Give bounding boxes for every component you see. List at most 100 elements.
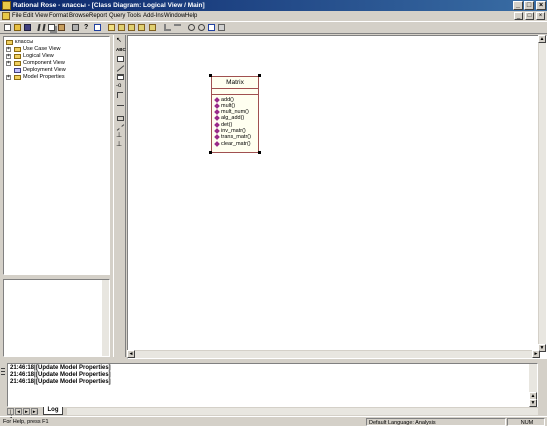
anchor-note-icon[interactable] xyxy=(116,64,125,72)
save-icon[interactable] xyxy=(23,23,32,32)
scroll-up-button[interactable]: ▲ xyxy=(538,35,546,43)
public-operation-icon xyxy=(214,140,220,147)
paste-icon[interactable] xyxy=(57,23,66,32)
expand-toggle[interactable]: + xyxy=(6,61,11,66)
scroll-down-button[interactable]: ▼ xyxy=(529,399,537,407)
zoom-out-icon[interactable] xyxy=(197,23,206,32)
folder-icon xyxy=(14,54,21,59)
minimize-button[interactable]: _ xyxy=(513,1,523,10)
selection-handle[interactable] xyxy=(258,74,261,77)
package-icon[interactable] xyxy=(116,114,125,122)
diagram-toolbox: ↖ ABC -o ⊥ ⊥ xyxy=(113,35,126,357)
log-message: [Update Model Properties] xyxy=(36,379,111,385)
expand-toggle[interactable]: + xyxy=(6,54,11,59)
tab-log[interactable]: Log xyxy=(43,407,63,415)
menu-format[interactable]: Format xyxy=(49,12,68,20)
log-tab-bar: |◄ ◄ ► ►| Log xyxy=(7,407,538,419)
browse-interaction-diagram-icon[interactable] xyxy=(117,23,126,32)
menu-query[interactable]: Query xyxy=(109,12,125,20)
browse-parent-icon[interactable] xyxy=(148,23,157,32)
operation[interactable]: alg_add() xyxy=(214,114,244,121)
cut-icon[interactable] xyxy=(37,23,46,32)
fit-in-window-icon[interactable] xyxy=(207,23,216,32)
expand-toggle[interactable]: + xyxy=(6,75,11,80)
canvas-horizontal-scrollbar[interactable]: ◄ ► xyxy=(127,350,540,358)
maximize-button[interactable]: □ xyxy=(524,1,534,10)
public-operation-icon xyxy=(214,133,220,140)
rational-rose-app-icon[interactable] xyxy=(2,1,11,10)
deployment-icon xyxy=(14,68,21,73)
menu-bar: File Edit View Format Browse Report Quer… xyxy=(0,11,547,21)
log-text-area[interactable]: 21:46:18| [Update Model Properties] 21:4… xyxy=(7,363,538,407)
selection-handle[interactable] xyxy=(209,74,212,77)
canvas-vertical-scrollbar[interactable]: ▲ ▼ xyxy=(538,35,546,352)
folder-icon xyxy=(14,47,21,52)
selection-handle[interactable] xyxy=(209,151,212,154)
zoom-in-icon[interactable] xyxy=(187,23,196,32)
undo-fit-icon[interactable] xyxy=(173,23,182,32)
print-icon[interactable] xyxy=(71,23,80,32)
operation-separator xyxy=(212,94,258,95)
menu-report[interactable]: Report xyxy=(89,12,107,20)
documentation-panel[interactable] xyxy=(3,279,110,357)
public-operation-icon xyxy=(214,108,220,115)
browse-component-diagram-icon[interactable] xyxy=(127,23,136,32)
class-icon[interactable] xyxy=(116,73,125,81)
public-operation-icon xyxy=(214,96,220,103)
log-message: [Update Model Properties] xyxy=(36,365,111,371)
open-icon[interactable] xyxy=(13,23,22,32)
menu-help[interactable]: Help xyxy=(185,12,197,20)
generalization-icon[interactable]: ⊥ xyxy=(116,132,125,140)
mdi-close-button[interactable]: × xyxy=(536,12,545,20)
note-icon[interactable] xyxy=(116,55,125,63)
menu-file[interactable]: File xyxy=(12,12,22,20)
operation[interactable]: trans_matr() xyxy=(214,133,251,140)
expand-toggle[interactable]: + xyxy=(6,47,11,52)
log-horizontal-scrollbar[interactable] xyxy=(67,408,538,415)
tree-item-label: Model Properties xyxy=(23,74,65,80)
scroll-right-button[interactable]: ► xyxy=(532,350,540,358)
next-tab-button[interactable]: ► xyxy=(23,408,30,415)
dependency-icon[interactable] xyxy=(116,123,125,131)
menu-add-ins[interactable]: Add-Ins xyxy=(143,12,164,20)
text-box-icon[interactable]: ABC xyxy=(116,46,126,54)
menu-window[interactable]: Window xyxy=(164,12,185,20)
browse-deployment-diagram-icon[interactable] xyxy=(137,23,146,32)
class-matrix[interactable]: Matrix add() mult() mult_num() alg_add()… xyxy=(211,76,259,153)
mdi-minimize-button[interactable]: _ xyxy=(514,12,523,20)
selection-handle[interactable] xyxy=(258,151,261,154)
view-doc-icon[interactable] xyxy=(93,23,102,32)
operation[interactable]: clear_matr() xyxy=(214,140,251,147)
log-vertical-scrollbar[interactable]: ▲ ▼ xyxy=(529,364,537,407)
class-diagram-canvas[interactable]: Matrix add() mult() mult_num() alg_add()… xyxy=(127,35,547,359)
browse-previous-icon[interactable] xyxy=(163,23,172,32)
realize-icon[interactable]: ⊥ xyxy=(116,141,125,149)
browse-class-diagram-icon[interactable] xyxy=(107,23,116,32)
overview-icon[interactable] xyxy=(217,23,226,32)
context-help-icon[interactable]: ? xyxy=(83,23,92,32)
log-time: 21:46:18| xyxy=(10,372,36,378)
menu-view[interactable]: View xyxy=(35,12,48,20)
close-button[interactable]: × xyxy=(536,1,546,10)
last-tab-button[interactable]: ►| xyxy=(31,408,38,415)
model-browser[interactable]: классы + Use Case View + Logical View + … xyxy=(3,36,110,275)
interface-icon[interactable]: -o xyxy=(116,82,125,90)
documentation-scrollbar[interactable] xyxy=(102,280,109,356)
log-line: 21:46:18| [Update Model Properties] xyxy=(10,365,111,372)
mdi-restore-button[interactable]: □ xyxy=(525,12,534,20)
first-tab-button[interactable]: |◄ xyxy=(7,408,14,419)
new-icon[interactable] xyxy=(3,23,12,32)
selection-icon[interactable]: ↖ xyxy=(116,37,125,45)
unidirectional-association-icon[interactable] xyxy=(116,102,125,110)
scroll-left-button[interactable]: ◄ xyxy=(127,350,135,358)
association-icon[interactable] xyxy=(116,91,125,99)
previous-tab-button[interactable]: ◄ xyxy=(15,408,22,415)
menu-tools[interactable]: Tools xyxy=(127,12,141,20)
log-window-grip[interactable] xyxy=(0,364,6,410)
menu-browse[interactable]: Browse xyxy=(69,12,89,20)
tree-item-label: Deployment View xyxy=(23,67,66,73)
menu-edit[interactable]: Edit xyxy=(23,12,33,20)
window-title: Rational Rose - классы - [Class Diagram:… xyxy=(13,2,205,9)
copy-icon[interactable] xyxy=(47,23,56,32)
document-icon[interactable] xyxy=(2,12,10,20)
